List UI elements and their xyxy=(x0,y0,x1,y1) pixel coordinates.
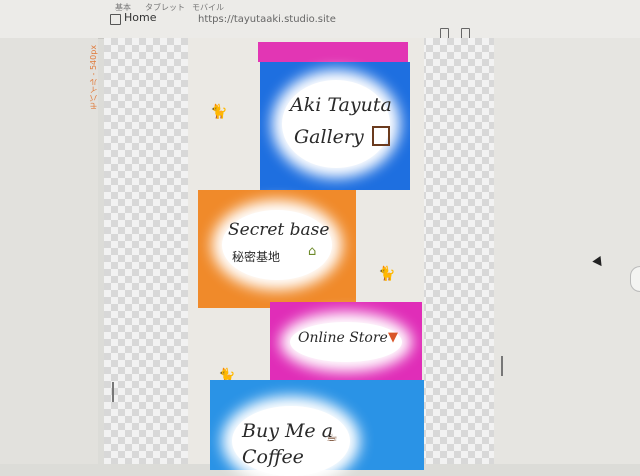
online-store-card[interactable]: Online Store ▼ xyxy=(270,302,422,386)
canvas-transparent-area-left xyxy=(104,38,200,464)
secret-base-card[interactable]: Secret base 秘密基地 ⌂ xyxy=(198,190,356,308)
gallery-title-line1: Aki Tayuta xyxy=(290,94,392,116)
buy-me-a-coffee-card[interactable]: Buy Me a Coffee ☕ xyxy=(210,380,424,476)
house-icon: ⌂ xyxy=(308,244,317,259)
viewport-width-label: モバイル - 540px xyxy=(89,44,98,110)
secret-base-title: Secret base xyxy=(228,220,330,240)
page-url[interactable]: https://tayutaaki.studio.site xyxy=(198,14,336,25)
secret-base-subtitle: 秘密基地 xyxy=(232,250,281,264)
picture-frame-icon xyxy=(372,126,390,146)
coffee-title-line2: Coffee xyxy=(242,446,304,468)
coffee-title-line1: Buy Me a xyxy=(242,420,334,442)
resize-handle-right[interactable] xyxy=(501,356,503,376)
cat-doodle-icon: 🐈 xyxy=(378,266,396,282)
right-panel xyxy=(494,38,640,464)
panel-scroll-button[interactable] xyxy=(630,266,640,292)
gallery-title-line2: Gallery xyxy=(294,126,364,148)
gallery-card[interactable]: Aki Tayuta Gallery xyxy=(260,62,410,190)
tab-mobile[interactable]: モバイル xyxy=(192,2,224,13)
coffee-cup-icon: ☕ xyxy=(326,430,338,445)
gallery-top-strip xyxy=(258,42,408,62)
canvas-transparent-area-right xyxy=(412,38,494,464)
cat-doodle-icon: 🐈 xyxy=(210,104,228,120)
editor-toolbar: 基本 タブレット モバイル Home https://tayutaaki.stu… xyxy=(0,0,640,39)
page-name[interactable]: Home xyxy=(124,11,156,24)
left-sidebar xyxy=(0,38,98,464)
tshirt-icon: ▼ xyxy=(388,330,398,345)
page-icon xyxy=(110,14,121,25)
mobile-preview: Aki Tayuta Gallery 🐈 Secret base 秘密基地 ⌂ … xyxy=(188,38,424,476)
online-store-title: Online Store xyxy=(298,330,388,346)
resize-handle-left[interactable] xyxy=(112,382,114,402)
